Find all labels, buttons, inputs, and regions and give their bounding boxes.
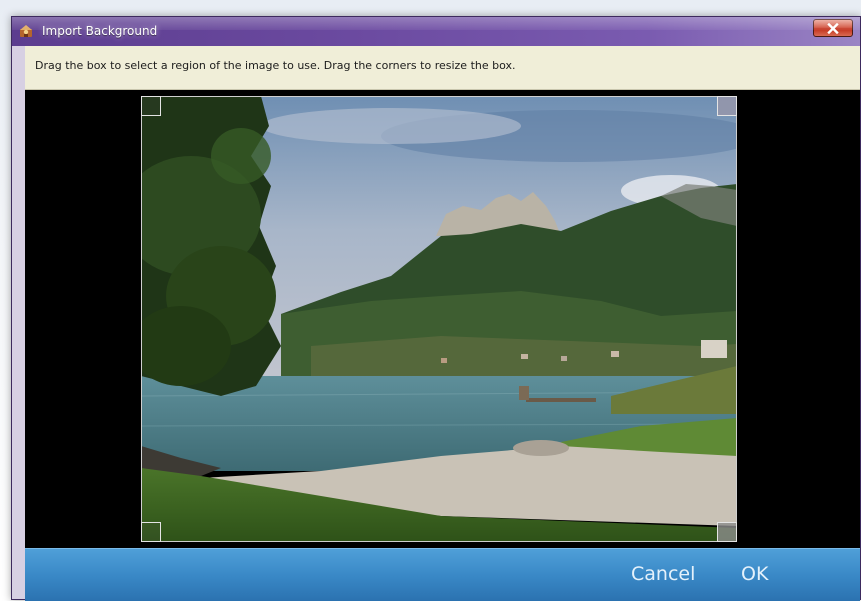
crop-handle-top-left[interactable] [141, 96, 161, 116]
cancel-button[interactable]: Cancel [631, 563, 695, 585]
ok-button[interactable]: OK [741, 563, 768, 585]
crop-handle-bottom-right[interactable] [717, 522, 737, 542]
instructions-text: Drag the box to select a region of the i… [25, 46, 860, 90]
close-button[interactable] [813, 19, 853, 37]
window-title: Import Background [42, 24, 158, 38]
import-background-dialog: Import Background Drag the box to select… [11, 16, 861, 601]
close-icon [827, 23, 839, 34]
title-bar[interactable]: Import Background [12, 17, 860, 46]
crop-handle-bottom-left[interactable] [141, 522, 161, 542]
dialog-content: Drag the box to select a region of the i… [25, 46, 860, 601]
crop-selection-box[interactable] [141, 96, 737, 542]
crop-handle-top-right[interactable] [717, 96, 737, 116]
dialog-footer: Cancel OK [25, 548, 860, 601]
app-icon [18, 23, 34, 39]
image-area [25, 90, 860, 548]
